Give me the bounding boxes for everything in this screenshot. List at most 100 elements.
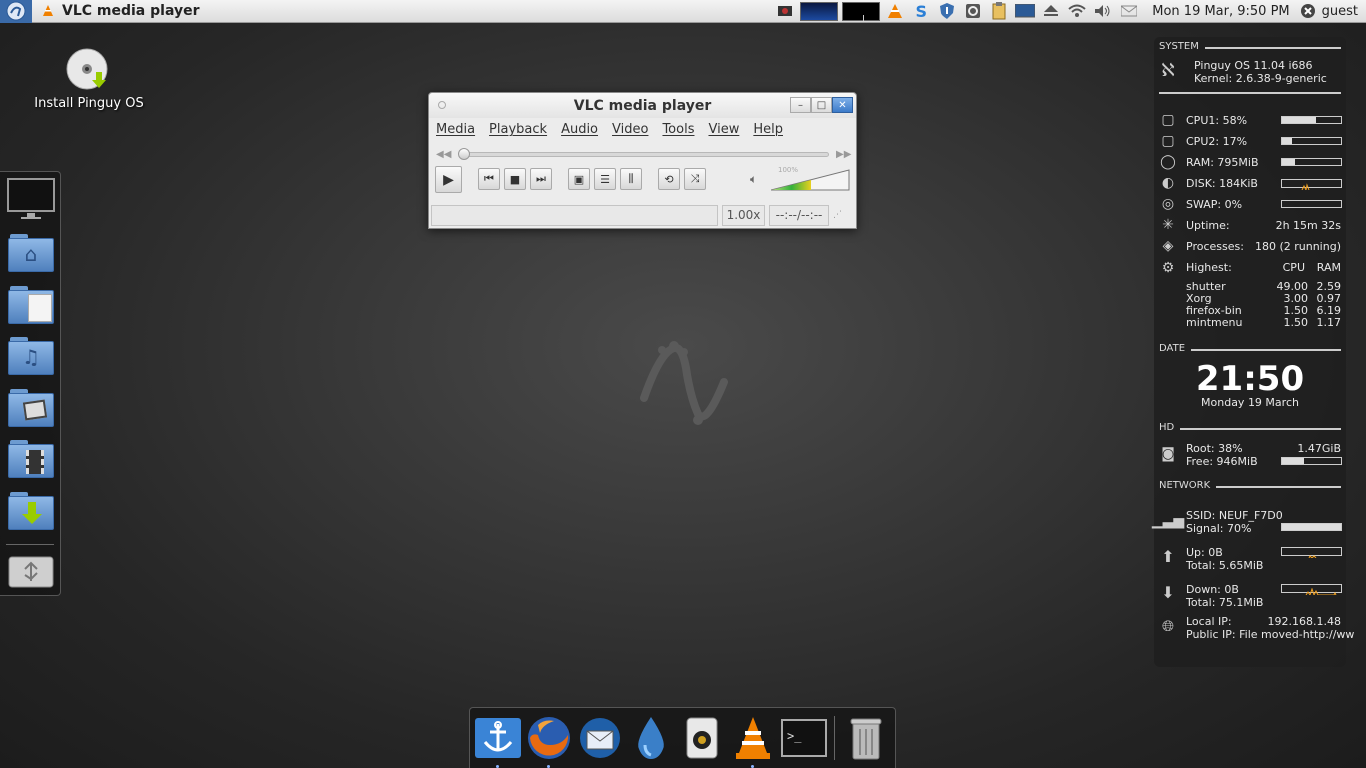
terminal-icon[interactable]: >_ — [780, 714, 828, 762]
display-icon[interactable] — [1014, 0, 1036, 23]
speaker-icon[interactable]: 🔈︎ — [750, 172, 757, 187]
menu-view[interactable]: View — [708, 122, 739, 144]
pictures-folder-icon[interactable] — [6, 385, 56, 431]
clipboard-icon[interactable] — [988, 0, 1010, 23]
speaker-icon[interactable] — [678, 714, 726, 762]
seek-bar[interactable] — [461, 152, 829, 157]
shield-icon[interactable] — [936, 0, 958, 23]
uptime-value: 2h 15m 32s — [1275, 219, 1341, 232]
resize-grip[interactable]: ⋰ — [833, 210, 842, 220]
cd-install-icon — [66, 48, 108, 90]
play-button[interactable]: ▶ — [435, 166, 462, 193]
disk-label: DISK: 184KiB — [1186, 177, 1258, 190]
proc-name: mintmenu — [1186, 316, 1243, 329]
menu-help[interactable]: Help — [753, 122, 783, 144]
window-menu-icon[interactable] — [438, 101, 446, 109]
menu-playback[interactable]: Playback — [489, 122, 547, 144]
documents-folder-icon[interactable] — [6, 282, 56, 328]
bottom-dock: >_ — [469, 707, 896, 768]
update-icon[interactable]: S — [910, 0, 932, 23]
wifi-icon[interactable] — [1066, 0, 1088, 23]
loop-button[interactable]: ⟲ — [658, 168, 680, 190]
download-graph — [1281, 584, 1342, 597]
menu-video[interactable]: Video — [612, 122, 648, 144]
videos-folder-icon[interactable] — [6, 436, 56, 482]
monitor-icon[interactable] — [6, 176, 56, 222]
upload-arrow-icon: ⬆ — [1161, 546, 1175, 566]
next-button[interactable]: ⏭ — [530, 168, 552, 190]
anchor-icon[interactable] — [474, 714, 522, 768]
conky-system-monitor: SYSTEM ℵ Pinguy OS 11.04 i686 Kernel: 2.… — [1152, 37, 1354, 667]
drop-icon[interactable] — [627, 714, 675, 762]
panel-clock[interactable]: Mon 19 Mar, 9:50 PM — [1152, 4, 1289, 19]
system-header: SYSTEM — [1159, 41, 1341, 52]
proc-ram: 1.17 — [1316, 316, 1342, 329]
extended-settings-button[interactable]: ⫼ — [620, 168, 642, 190]
gear-icon[interactable] — [962, 0, 984, 23]
svg-text:>_: >_ — [787, 729, 802, 743]
cpu-graph-icon[interactable] — [842, 1, 881, 21]
ram-icon: ◯ — [1160, 154, 1176, 170]
main-menu-icon[interactable] — [0, 0, 32, 23]
usb-drive-icon[interactable] — [6, 548, 56, 594]
signal-text: Signal: 70% — [1186, 522, 1252, 535]
signal-bar-fill — [1282, 524, 1341, 530]
previous-button[interactable]: ⏮ — [478, 168, 500, 190]
firefox-icon[interactable] — [525, 714, 573, 768]
vlc-titlebar[interactable]: VLC media player – □ ✕ — [429, 93, 856, 118]
slower-icon[interactable]: ◀◀ — [436, 149, 451, 160]
status-message — [431, 204, 718, 226]
download-arrow-icon: ⬇ — [1161, 582, 1175, 602]
cpu-chip-icon: ▢ — [1161, 112, 1175, 128]
upload-graph — [1281, 547, 1342, 559]
thunderbird-icon[interactable] — [576, 714, 624, 762]
volume-slider[interactable] — [771, 169, 851, 191]
download-speed: Down: 0B — [1186, 583, 1239, 596]
dock-separator — [834, 716, 835, 760]
pinguy-logo-icon: ℵ — [1161, 59, 1175, 81]
vlc-cone-icon — [43, 5, 53, 16]
music-folder-icon[interactable]: ♫ — [6, 333, 56, 379]
stop-button[interactable]: ■ — [504, 168, 526, 190]
cpu2-bar — [1281, 137, 1342, 145]
hd-header: HD — [1159, 422, 1341, 433]
network-graph-icon[interactable] — [800, 1, 839, 21]
root-bar-fill — [1282, 458, 1305, 464]
active-app-menu[interactable]: VLC media player — [42, 3, 200, 19]
home-folder-icon[interactable]: ⌂ — [6, 230, 56, 276]
trash-icon[interactable] — [842, 714, 890, 762]
menu-audio[interactable]: Audio — [561, 122, 598, 144]
swap-label: SWAP: 0% — [1186, 198, 1243, 211]
close-button[interactable]: ✕ — [832, 97, 853, 113]
disk-graph — [1281, 179, 1342, 192]
menu-media[interactable]: Media — [436, 122, 475, 144]
hard-drive-icon: ◙ — [1161, 446, 1175, 462]
playback-speed[interactable]: 1.00x — [722, 204, 765, 226]
user-menu[interactable]: guest — [1300, 3, 1358, 19]
col-ram-header: RAM — [1316, 261, 1341, 274]
vlc-tray-icon[interactable] — [884, 0, 906, 23]
fullscreen-button[interactable]: ▣ — [568, 168, 590, 190]
menu-tools[interactable]: Tools — [662, 122, 694, 144]
eject-icon[interactable] — [1040, 0, 1062, 23]
vlc-icon[interactable] — [729, 714, 777, 768]
time-display[interactable]: --:--/--:-- — [769, 204, 829, 226]
cpu1-bar-fill — [1282, 117, 1317, 123]
active-app-title: VLC media player — [62, 3, 200, 19]
downloads-folder-icon[interactable] — [6, 488, 56, 534]
faster-icon[interactable]: ▶▶ — [836, 149, 851, 160]
screen-capture-icon[interactable] — [774, 0, 796, 23]
volume-icon[interactable] — [1092, 0, 1114, 23]
minimize-button[interactable]: – — [790, 97, 811, 113]
cpu1-label: CPU1: 58% — [1186, 114, 1248, 127]
cpu-chip-icon: ▢ — [1161, 133, 1175, 149]
mail-icon[interactable] — [1118, 0, 1140, 23]
install-pinguy-desktop-icon[interactable]: Install Pinguy OS — [30, 48, 148, 111]
maximize-button[interactable]: □ — [811, 97, 832, 113]
shuffle-button[interactable]: ⤨ — [684, 168, 706, 190]
cpu1-bar — [1281, 116, 1342, 124]
seek-handle[interactable] — [458, 148, 470, 160]
date-text: Monday 19 March — [1201, 396, 1299, 409]
playlist-button[interactable]: ☰ — [594, 168, 616, 190]
local-ip-label: Local IP: — [1186, 615, 1232, 628]
